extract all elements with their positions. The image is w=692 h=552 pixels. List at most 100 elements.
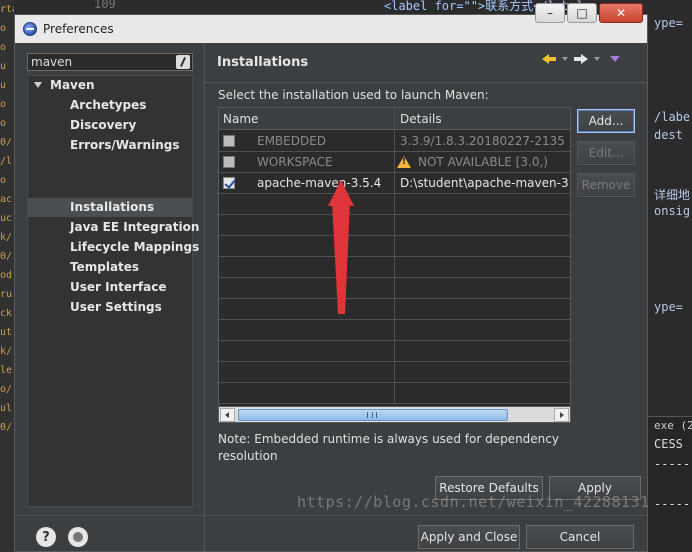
edit-button[interactable]: Edit... xyxy=(577,141,635,165)
background-line-number: 109 xyxy=(94,0,116,11)
column-header-name[interactable]: Name xyxy=(223,112,258,126)
title-bar[interactable]: Preferences – □ ✕ xyxy=(15,3,647,43)
minimize-button[interactable]: – xyxy=(535,3,565,23)
background-gutter-text: /l xyxy=(0,156,13,167)
background-right-editor: ype= /labe dest 详细地 onsig ype= exe (20 C… xyxy=(648,14,692,552)
tree-item-maven[interactable]: Maven xyxy=(50,78,95,92)
tree-item-errors-warnings[interactable]: Errors/Warnings xyxy=(70,138,179,152)
arrow-head xyxy=(328,180,354,206)
background-gutter-text: ru xyxy=(0,289,13,300)
table-row-empty xyxy=(219,383,570,404)
filter-value: maven xyxy=(31,55,73,69)
row-details: D:\student\apache-maven-3.5 xyxy=(400,176,568,190)
background-gutter-text: od xyxy=(0,270,13,281)
page-description: Select the installation used to launch M… xyxy=(218,88,489,102)
background-gutter-text: o xyxy=(0,118,7,129)
row-name: EMBEDDED xyxy=(257,134,327,148)
tree-item-user-interface[interactable]: User Interface xyxy=(70,280,167,294)
help-icon[interactable]: ? xyxy=(36,527,56,547)
apply-and-close-button[interactable]: Apply and Close xyxy=(418,525,520,549)
row-checkbox[interactable] xyxy=(223,177,235,189)
table-row[interactable]: WORKSPACE NOT AVAILABLE [3.0,) xyxy=(219,152,570,173)
background-gutter-text: 0/ xyxy=(0,422,13,433)
background-gutter-text: ut xyxy=(0,327,13,338)
background-gutter-text: o xyxy=(0,42,7,53)
tree-item-lifecycle-mappings[interactable]: Lifecycle Mappings xyxy=(70,240,199,254)
window-title: Preferences xyxy=(43,22,114,36)
pane-splitter[interactable] xyxy=(204,43,205,551)
row-checkbox[interactable] xyxy=(223,156,235,168)
watermark-text: https://blog.csdn.net/weixin_42288131 xyxy=(297,493,650,511)
arrow-shaft xyxy=(332,200,350,314)
clear-filter-icon[interactable] xyxy=(176,55,190,69)
table-row-empty xyxy=(219,299,570,320)
installations-table: Name Details EMBEDDED 3.3.9/1.8.3.201802… xyxy=(218,107,571,423)
import-export-preferences-icon[interactable] xyxy=(68,527,88,547)
background-console-panel: exe (20 CESS ------ ------ xyxy=(648,416,692,552)
eclipse-icon xyxy=(23,22,37,36)
background-gutter-text: u xyxy=(0,80,7,91)
column-header-details[interactable]: Details xyxy=(400,112,442,126)
table-row-empty xyxy=(219,362,570,383)
background-snippet: exe (20 xyxy=(654,419,692,432)
background-snippet: onsig xyxy=(654,204,691,218)
back-arrow-icon[interactable] xyxy=(542,53,556,65)
warning-icon xyxy=(397,156,411,168)
horizontal-scrollbar[interactable] xyxy=(219,406,570,422)
background-gutter-text: rtal/code xyxy=(0,4,14,15)
scroll-left-icon[interactable] xyxy=(220,408,235,422)
close-button[interactable]: ✕ xyxy=(599,3,643,23)
remove-button[interactable]: Remove xyxy=(577,173,635,197)
background-left-gutter: rtal/codeoouuoo0//loacuck/0/odruckutk/le… xyxy=(0,0,14,552)
background-snippet: ------ xyxy=(654,497,692,511)
cancel-button[interactable]: Cancel xyxy=(526,525,634,549)
tree-item-archetypes[interactable]: Archetypes xyxy=(70,98,146,112)
forward-history-dropdown-icon[interactable] xyxy=(594,57,600,61)
table-row-empty xyxy=(219,320,570,341)
table-row-empty xyxy=(219,236,570,257)
background-gutter-text: u xyxy=(0,61,7,72)
tree-item-discovery[interactable]: Discovery xyxy=(70,118,136,132)
header-divider xyxy=(205,82,647,83)
background-snippet: dest xyxy=(654,128,683,142)
background-gutter-text: k/ xyxy=(0,346,13,357)
table-row[interactable]: apache-maven-3.5.4 D:\student\apache-mav… xyxy=(219,173,570,194)
background-snippet: ------ xyxy=(654,457,692,471)
scrollbar-thumb[interactable] xyxy=(238,409,508,421)
scroll-right-icon[interactable] xyxy=(554,408,569,422)
background-gutter-text: ac xyxy=(0,194,13,205)
background-gutter-text: le xyxy=(0,365,13,376)
tree-item-java-ee-integration[interactable]: Java EE Integration xyxy=(70,220,199,234)
background-gutter-text: k/ xyxy=(0,232,13,243)
view-menu-icon[interactable] xyxy=(610,56,620,62)
background-snippet: /labe xyxy=(654,110,691,124)
filter-input[interactable]: maven xyxy=(27,53,193,71)
background-gutter-text: uc xyxy=(0,213,13,224)
forward-arrow-icon[interactable] xyxy=(574,53,588,65)
expand-twisty-icon[interactable] xyxy=(34,82,42,88)
preference-tree: Maven Archetypes Discovery Errors/Warnin… xyxy=(27,75,199,507)
add-button[interactable]: Add... xyxy=(577,109,635,133)
background-gutter-text: 0/ xyxy=(0,251,13,262)
back-history-dropdown-icon[interactable] xyxy=(562,57,568,61)
background-gutter-text: ck xyxy=(0,308,13,319)
background-gutter-text: o xyxy=(0,175,7,186)
maximize-button[interactable]: □ xyxy=(567,3,597,23)
background-snippet: ype= xyxy=(654,300,683,314)
page-title: Installations xyxy=(217,55,309,70)
background-gutter-text: 0/ xyxy=(0,137,13,148)
tree-item-templates[interactable]: Templates xyxy=(70,260,139,274)
table-row-empty xyxy=(219,341,570,362)
table-row-empty xyxy=(219,194,570,215)
red-annotation-arrow-icon xyxy=(328,180,354,314)
row-details: 3.3.9/1.8.3.20180227-2135 xyxy=(400,134,565,148)
table-row-empty xyxy=(219,215,570,236)
tree-item-user-settings[interactable]: User Settings xyxy=(70,300,162,314)
background-snippet: 详细地 xyxy=(654,188,691,202)
table-row[interactable]: EMBEDDED 3.3.9/1.8.3.20180227-2135 xyxy=(219,131,570,152)
background-gutter-text: o xyxy=(0,99,7,110)
tree-item-installations[interactable]: Installations xyxy=(70,200,154,214)
table-row-empty xyxy=(219,257,570,278)
row-checkbox[interactable] xyxy=(223,135,235,147)
table-row-empty xyxy=(219,278,570,299)
